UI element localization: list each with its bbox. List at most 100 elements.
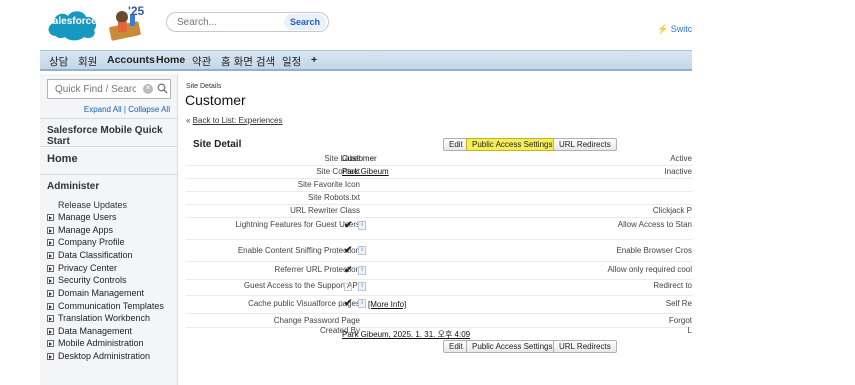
release-updates-link[interactable]: Release Updates (58, 200, 127, 210)
info-icon[interactable]: i (358, 299, 366, 308)
quick-find-input[interactable] (53, 82, 138, 96)
tab-terms[interactable]: 약관 (192, 54, 211, 69)
sidebar-item-label: Communication Templates (58, 301, 164, 311)
expand-icon[interactable] (47, 289, 54, 297)
home-section: Home (40, 146, 178, 174)
salesforce-setup-window: salesforce '25 Search ⚡ Switch 상담 회원 Acc… (40, 0, 692, 385)
tab-accounts[interactable]: Accounts (107, 54, 155, 66)
field-label: Lightning Features for Guest Users (235, 220, 360, 229)
tab-home[interactable]: Home (156, 54, 185, 66)
tab-home-search[interactable]: 홈 화면 검색 (221, 54, 275, 69)
mobile-quick-start-link[interactable]: Salesforce Mobile Quick Start (47, 125, 178, 147)
detail-row: Site Robots.txt (186, 192, 692, 205)
tab-schedule[interactable]: 일정 (282, 54, 301, 69)
quick-find-box: ✕ (47, 79, 171, 99)
expand-collapse-links[interactable]: Expand All | Collapse All (84, 105, 170, 114)
edit-button-bottom[interactable]: Edit (443, 340, 469, 353)
url-redirects-button-bottom[interactable]: URL Redirects (553, 340, 617, 353)
sidebar-item-data-classification[interactable]: Data Classification (47, 250, 133, 260)
detail-row: Guest Access to the Support API i Redire… (186, 280, 692, 296)
info-icon[interactable]: i (358, 221, 366, 230)
right-field-label: Inactive (664, 167, 692, 176)
expand-icon[interactable] (47, 213, 54, 221)
sidebar-item-communication-templates[interactable]: Communication Templates (47, 301, 164, 311)
field-label: Guest Access to the Support API (243, 281, 360, 290)
expand-icon[interactable] (47, 302, 54, 310)
page-title: Customer (185, 92, 246, 108)
edit-button-top[interactable]: Edit (443, 138, 469, 151)
sidebar-item-label: Company Profile (58, 237, 125, 247)
info-icon[interactable]: i (358, 246, 366, 255)
tab-add[interactable]: + (311, 54, 317, 66)
url-redirects-button-top[interactable]: URL Redirects (553, 138, 617, 151)
sidebar-item-security-controls[interactable]: Security Controls (47, 275, 127, 285)
sidebar-item-label: Manage Users (58, 212, 117, 222)
sidebar-item-translation-workbench[interactable]: Translation Workbench (47, 313, 150, 323)
back-link-text: Back to List: Experiences (192, 116, 283, 125)
sidebar-item-label: Data Management (58, 326, 133, 336)
sidebar-item-manage-users[interactable]: Manage Users (47, 212, 117, 222)
sidebar-item-company-profile[interactable]: Company Profile (47, 237, 125, 247)
more-info-link[interactable]: [More Info] (368, 300, 406, 309)
sidebar-item-label: Manage Apps (58, 225, 114, 235)
sidebar-item-data-management[interactable]: Data Management (47, 326, 132, 336)
sidebar-item-privacy-center[interactable]: Privacy Center (47, 263, 117, 273)
detail-row: Site Favorite Icon (186, 179, 692, 192)
expand-icon[interactable] (47, 251, 54, 259)
global-header: salesforce '25 Search ⚡ Switch (40, 0, 692, 48)
expand-icon[interactable] (47, 238, 54, 246)
detail-row: Lightning Features for Guest Users ✔ i A… (186, 218, 692, 240)
expand-icon[interactable] (47, 327, 54, 335)
tab-consult[interactable]: 상담 (49, 54, 68, 69)
salesforce-logo[interactable]: salesforce (44, 6, 100, 42)
logo-text: salesforce (47, 16, 97, 27)
home-link[interactable]: Home (47, 153, 78, 165)
public-access-settings-button-top[interactable]: Public Access Settings (466, 138, 559, 151)
sidebar-item-mobile-administration[interactable]: Mobile Administration (47, 338, 144, 348)
public-access-settings-button-bottom[interactable]: Public Access Settings (466, 340, 559, 353)
field-value: Customer (342, 154, 377, 163)
sidebar-item-domain-management[interactable]: Domain Management (47, 288, 144, 298)
sidebar-item-label: Mobile Administration (58, 338, 144, 348)
switch-to-lightning-link[interactable]: ⚡ Switch (657, 24, 692, 35)
search-button[interactable]: Search (283, 14, 326, 30)
sidebar-item-label: Privacy Center (58, 263, 118, 273)
sidebar-item-desktop-administration[interactable]: Desktop Administration (47, 351, 150, 361)
global-search: Search (166, 12, 329, 32)
right-field-label: Redirect to (653, 281, 692, 290)
expand-icon[interactable] (47, 314, 54, 322)
detail-row: Referrer URL Protection ✔ i Allow only r… (186, 262, 692, 280)
back-prefix: « (186, 116, 193, 125)
right-field-label: L (687, 326, 692, 335)
expand-icon[interactable] (47, 276, 54, 284)
mascot-year: '25 (128, 4, 145, 18)
clear-icon[interactable]: ✕ (143, 84, 153, 94)
lightning-bolt-icon: ⚡ (657, 24, 669, 34)
breadcrumb: Site Details (186, 83, 222, 90)
detail-row: Enable Content Sniffing Protection ✔ i E… (186, 240, 692, 262)
expand-icon[interactable] (47, 226, 54, 234)
info-icon[interactable]: i (358, 282, 366, 291)
right-field-label: Allow Access to Stan (617, 220, 692, 229)
mobile-quick-start-section: Salesforce Mobile Quick Start (40, 118, 178, 147)
detail-row: Site Contact Park Gibeum Inactive (186, 166, 692, 179)
site-contact-link[interactable]: Park Gibeum (342, 167, 389, 176)
back-to-list-link[interactable]: « Back to List: Experiences (186, 116, 283, 125)
checked-icon: ✔ (344, 220, 353, 231)
checked-icon: ✔ (344, 265, 353, 276)
sidebar-item-label: Data Classification (58, 250, 133, 260)
field-label: Change Password Page (273, 316, 360, 325)
mascot-image: '25 (106, 4, 150, 42)
search-icon[interactable] (157, 83, 168, 94)
search-input[interactable] (175, 15, 285, 29)
detail-row: Change Password Page Forgot (186, 314, 692, 328)
created-by-link[interactable]: Park Gibeum, 2025. 1. 31. 오후 4:09 (342, 329, 470, 340)
field-label: URL Rewriter Class (290, 206, 360, 215)
expand-icon[interactable] (47, 352, 54, 360)
sidebar-item-manage-apps[interactable]: Manage Apps (47, 225, 113, 235)
info-icon[interactable]: i (358, 266, 366, 275)
setup-sidebar: ✕ Expand All | Collapse All Salesforce M… (40, 74, 178, 385)
tab-members[interactable]: 회원 (78, 54, 97, 69)
expand-icon[interactable] (47, 264, 54, 272)
expand-icon[interactable] (47, 339, 54, 347)
